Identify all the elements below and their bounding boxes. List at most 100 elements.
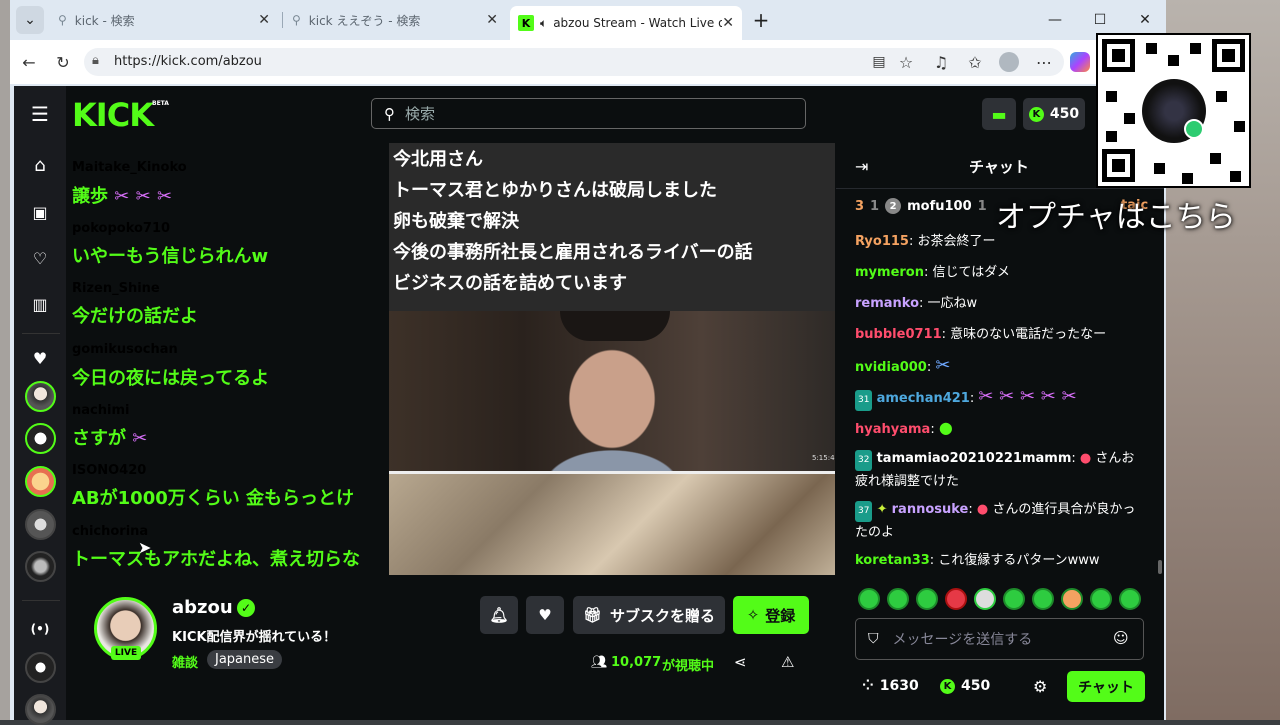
heart-icon: ♥	[538, 606, 552, 624]
emote-icon[interactable]	[1119, 588, 1141, 610]
new-tab-button[interactable]: +	[746, 8, 776, 32]
emote-icon[interactable]	[1090, 588, 1112, 610]
media-button[interactable]: ♫	[928, 50, 954, 74]
followed-channel-avatar[interactable]	[25, 423, 56, 454]
chat-message: hyahyama: ●	[855, 418, 953, 437]
nav-home[interactable]: ⌂	[22, 147, 58, 183]
gifter-leaderboard[interactable]: 3 1 2 mofu100 1	[855, 198, 987, 214]
language-tag[interactable]: Japanese	[207, 650, 283, 669]
points-icon: ⁘	[862, 678, 874, 694]
refresh-button[interactable]: ↻	[50, 50, 76, 74]
kick-points-stat[interactable]: K 450	[940, 678, 990, 694]
chat-scrollbar[interactable]	[1158, 560, 1162, 574]
tab-kick-eezou-search[interactable]: ⚲ kick ええぞう - 検索 ✕	[284, 6, 506, 34]
gifter-rank-badge: 2	[885, 198, 902, 214]
tab-list-button[interactable]: ⌄	[16, 6, 44, 34]
nav-leaderboard[interactable]: ▥	[22, 286, 58, 322]
kick-coin-icon: K	[940, 678, 955, 694]
kick-favicon-icon: K	[518, 15, 534, 31]
channel-points-stat[interactable]: ⁘ 1630	[862, 678, 919, 694]
arrow-left-icon: ←	[22, 52, 36, 72]
reader-mode-button[interactable]: ▤	[866, 50, 892, 74]
beta-badge: BETA	[152, 100, 169, 107]
viewer-count: 10,077	[611, 655, 662, 670]
chat-message: nvidia000: ✂	[855, 355, 951, 376]
overlay-chat-user: Maitake_Kinoko	[72, 160, 187, 175]
emoji-button[interactable]: ☺	[1113, 629, 1129, 647]
emote-icon[interactable]	[858, 588, 880, 610]
followed-channel-avatar[interactable]	[25, 381, 56, 412]
divider	[22, 600, 60, 601]
search-icon: ⚲	[292, 13, 301, 27]
emote-icon[interactable]	[945, 588, 967, 610]
emote-icon[interactable]	[887, 588, 909, 610]
caption-line: 今北用さん	[393, 149, 483, 170]
category-link[interactable]: 雑談	[172, 652, 198, 671]
emote-icon[interactable]	[916, 588, 938, 610]
recommended-channel-avatar[interactable]	[25, 694, 56, 725]
live-badge: LIVE	[111, 646, 141, 660]
menu-button[interactable]: ☰	[22, 96, 58, 132]
follow-button[interactable]: ✧ 登録	[733, 596, 809, 634]
more-button[interactable]: ⋯	[1031, 50, 1057, 74]
qr-code	[1096, 33, 1251, 188]
overlay-chat-user: ISONO420	[72, 463, 147, 478]
collapse-icon: ⇥	[855, 157, 869, 176]
share-button[interactable]: ⋖	[734, 653, 747, 671]
tab-kick-search[interactable]: ⚲ kick - 検索 ✕	[50, 6, 278, 34]
profile-avatar[interactable]	[999, 52, 1019, 72]
close-icon[interactable]: ✕	[258, 12, 270, 28]
emote-icon[interactable]	[1003, 588, 1025, 610]
copilot-icon[interactable]	[1070, 52, 1090, 72]
close-icon[interactable]: ✕	[722, 15, 734, 31]
speaker-icon[interactable]: 🔈︎	[540, 16, 547, 31]
tab-abzou-stream[interactable]: K 🔈︎ abzou Stream - Watch Live on ✕	[510, 6, 742, 40]
subscriber-badge: 31	[855, 390, 873, 411]
maximize-button[interactable]: ☐	[1085, 8, 1115, 32]
nav-following[interactable]: ♡	[22, 240, 58, 276]
live-signal-icon: (•)	[30, 622, 50, 636]
bell-icon: 🔔︎	[489, 606, 509, 624]
emote-icon[interactable]	[1061, 588, 1083, 610]
subscriber-badge: 37	[855, 501, 873, 522]
heart-icon: ♥	[32, 348, 48, 368]
chat-message: 37 ✦ rannosuke: ● さんの進行具合が良かったのよ	[855, 501, 1136, 540]
favorites-button[interactable]: ✩	[962, 50, 988, 74]
favorites-icon: ✩	[968, 52, 982, 72]
notify-button[interactable]: 🔔︎	[480, 596, 518, 634]
minimize-icon: —	[1048, 12, 1062, 28]
overlay-chat-message: いやーもう信じられんw	[72, 246, 269, 267]
overlay-chat-user: gomikusochan	[72, 342, 178, 357]
followed-channel-avatar[interactable]	[25, 466, 56, 497]
send-chat-button[interactable]: チャット	[1067, 671, 1145, 702]
close-icon[interactable]: ✕	[486, 12, 498, 28]
points-stat-value: 1630	[879, 678, 919, 694]
favorite-channel-button[interactable]: ♥	[526, 596, 564, 634]
kick-logo[interactable]: KICK	[72, 96, 154, 134]
emote-icon: ✂ ✂ ✂ ✂ ✂	[978, 386, 1077, 407]
gift-sub-button[interactable]: 🎁︎ サブスクを贈る	[573, 596, 725, 634]
collapse-chat-button[interactable]: ⇥	[855, 157, 868, 176]
streamer-name[interactable]: abzou	[172, 597, 233, 618]
report-button[interactable]: ⚠︎	[781, 653, 794, 671]
minimize-button[interactable]: —	[1040, 8, 1070, 32]
emote-icon[interactable]	[1032, 588, 1054, 610]
follow-label: 登録	[765, 606, 796, 625]
followed-channel-avatar[interactable]	[25, 551, 56, 582]
emote-icon[interactable]	[974, 588, 996, 610]
chat-settings-button[interactable]: ⚙	[1033, 677, 1047, 696]
chat-message: 32 tamamiao20210221mamm: ● さんお疲れ様調整でけた	[855, 450, 1135, 489]
clips-button[interactable]: ▬	[982, 98, 1016, 130]
search-input[interactable]: ⚲ 検索	[371, 98, 806, 129]
nav-browse[interactable]: ▣	[22, 194, 58, 230]
back-button[interactable]: ←	[16, 50, 42, 74]
share-icon: ⋖	[734, 653, 747, 671]
chat-input[interactable]: ⛉ メッセージを送信する	[855, 618, 1144, 660]
url-text[interactable]: https://kick.com/abzou	[114, 54, 262, 69]
close-window-button[interactable]: ✕	[1130, 8, 1160, 32]
followed-channel-avatar[interactable]	[25, 509, 56, 540]
recommended-channel-avatar[interactable]	[25, 652, 56, 683]
favorite-button[interactable]: ☆	[893, 50, 919, 74]
kick-points-button[interactable]: K 450	[1023, 98, 1085, 130]
caption-line: トーマス君とゆかりさんは破局しました	[393, 180, 717, 201]
